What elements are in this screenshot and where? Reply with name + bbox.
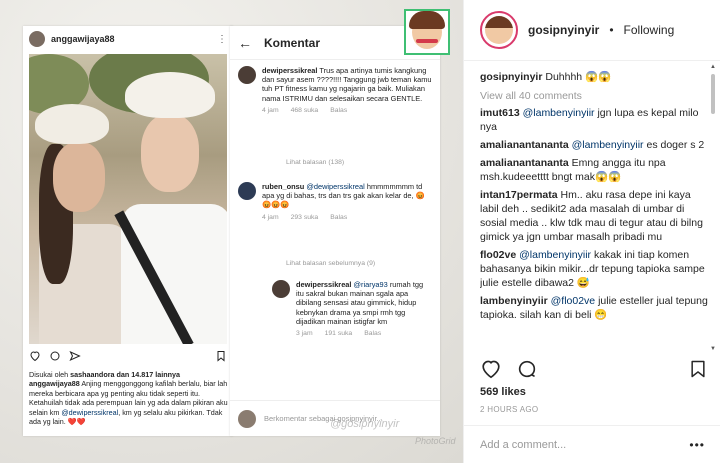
post-actions <box>480 356 708 382</box>
view-replies: Lihat balasan (138) <box>286 159 345 166</box>
liked-by-prefix: Disukai oleh <box>29 370 69 379</box>
heart-icon[interactable] <box>480 358 502 380</box>
comment-user: dewiperssikreal <box>296 280 352 289</box>
comment-mention[interactable]: @lambenyinyiir <box>523 107 595 119</box>
comment-mention: @dewiperssikreal <box>306 182 365 191</box>
comment-item: intan17permata Hm.. aku rasa depe ini ka… <box>480 188 712 244</box>
comment-mention[interactable]: @flo02ve <box>551 295 596 307</box>
more-icon: ⋮ <box>217 33 227 45</box>
avatar[interactable] <box>480 11 518 49</box>
comment-time: 4 jam <box>262 106 279 114</box>
comment-likes: 293 suka <box>290 213 319 221</box>
avatar <box>272 280 290 298</box>
couple-photo <box>29 54 227 344</box>
comment-item: amalianantananta @lambenyinyiir es doger… <box>480 138 712 152</box>
avatar <box>238 66 256 84</box>
liked-by-suffix: dan 14.817 lainnya <box>116 370 181 379</box>
photogrid-watermark: PhotoGrid <box>415 436 456 446</box>
reply-link: Balas <box>330 213 348 221</box>
add-comment-bar: ••• <box>464 425 720 463</box>
comment-mention: @riarya93 <box>353 280 388 289</box>
post-header: anggawijaya88 ⋮ <box>23 26 233 52</box>
caption-text: Duhhhh 😱😱 <box>545 71 612 83</box>
comment-mention[interactable]: @lambenyinyiir <box>572 139 644 151</box>
post-image[interactable]: anggawijaya88 ⋮ Disukai oleh sashaandora <box>0 0 463 463</box>
comment-icon[interactable] <box>516 358 538 380</box>
caption: gosipnyinyir Duhhhh 😱😱 <box>480 70 712 84</box>
share-icon <box>69 350 81 362</box>
comment-item: flo02ve @lambenyinyiir kakak ini tiap ko… <box>480 248 712 290</box>
comment-item: ruben_onsu @dewiperssikreal hmmmmmmm td … <box>238 182 434 222</box>
scroll-thumb[interactable] <box>711 74 715 114</box>
comments-list: gosipnyinyir Duhhhh 😱😱 View all 40 comme… <box>480 66 712 352</box>
reply-link: Balas <box>364 330 382 338</box>
comment-time: 3 jam <box>296 330 313 338</box>
screenshot-instagram-post: anggawijaya88 ⋮ Disukai oleh sashaandora <box>23 26 233 436</box>
view-all-comments-link[interactable]: View all 40 comments <box>480 90 712 102</box>
bookmark-icon[interactable] <box>688 359 708 379</box>
heart-icon <box>30 351 40 362</box>
comment-user: dewiperssikreal <box>262 66 318 75</box>
post-side-panel: gosipnyinyir • Following gosipnyinyir Du… <box>463 0 720 463</box>
comment-mention[interactable]: @lambenyinyiir <box>519 249 591 261</box>
post-username: anggawijaya88 <box>51 34 115 44</box>
separator-dot: • <box>609 23 614 37</box>
reply-link: Balas <box>330 106 348 114</box>
comment-item: amalianantananta Emng angga itu npa msh.… <box>480 156 712 184</box>
scroll-down-arrow-icon[interactable]: ▼ <box>710 346 716 352</box>
caption-username[interactable]: gosipnyinyir <box>480 71 542 83</box>
comment-item: imut613 @lambenyinyiir jgn lupa es kepal… <box>480 106 712 134</box>
avatar <box>29 31 45 47</box>
comments-title: Komentar <box>264 35 321 50</box>
comment-username[interactable]: flo02ve <box>480 249 516 261</box>
caption-user: anggawijaya88 <box>29 379 80 389</box>
liked-by-user: sashaandora <box>70 370 115 379</box>
bookmark-icon <box>217 351 225 362</box>
add-comment-input[interactable] <box>480 438 690 451</box>
comment-username[interactable]: amalianantananta <box>480 157 569 169</box>
comment-time: 4 jam <box>262 213 279 221</box>
post-header: gosipnyinyir • Following <box>464 0 720 61</box>
post-actions <box>29 350 227 366</box>
comment-user: ruben_onsu <box>262 182 305 191</box>
comment-likes: 468 suka <box>290 106 319 114</box>
comment-likes: 191 suka <box>324 330 353 338</box>
view-previous-replies: Lihat balasan sebelumnya (9) <box>286 260 376 267</box>
comment-item: lambenyinyiir @flo02ve julie esteller ju… <box>480 294 712 322</box>
gosipnyinyir-logo <box>404 9 450 55</box>
likes-count[interactable]: 569 likes <box>480 386 526 398</box>
back-arrow-icon: ← <box>238 34 252 51</box>
comment-text: es doger s 2 <box>646 139 705 151</box>
avatar <box>238 182 256 200</box>
more-options-icon[interactable]: ••• <box>689 438 705 452</box>
comment-item: dewiperssikreal Trus apa artinya tumis k… <box>238 66 434 115</box>
comment-username[interactable]: lambenyinyiir <box>480 295 548 307</box>
watermark: @gosipnyinyir <box>330 418 400 430</box>
comment-username[interactable]: amalianantananta <box>480 139 569 151</box>
avatar <box>238 409 256 428</box>
comment-username[interactable]: imut613 <box>480 107 520 119</box>
comment-item: dewiperssikreal @riarya93 rumah tgg itu … <box>272 280 432 338</box>
caption-mention: @dewiperssikreal <box>61 407 119 417</box>
comment-icon <box>50 351 60 361</box>
comments-scrollbar[interactable]: ▲ ▼ <box>710 64 716 352</box>
post-caption-block: Disukai oleh sashaandora dan 14.817 lain… <box>29 370 229 426</box>
scroll-up-arrow-icon[interactable]: ▲ <box>710 64 716 70</box>
profile-username-link[interactable]: gosipnyinyir <box>528 23 599 37</box>
comment-username[interactable]: intan17permata <box>480 189 558 201</box>
screenshot-comments: ← Komentar dewiperssikreal Trus apa arti… <box>230 26 440 436</box>
post-timestamp[interactable]: 2 HOURS AGO <box>480 405 538 414</box>
following-button[interactable]: Following <box>624 23 675 37</box>
